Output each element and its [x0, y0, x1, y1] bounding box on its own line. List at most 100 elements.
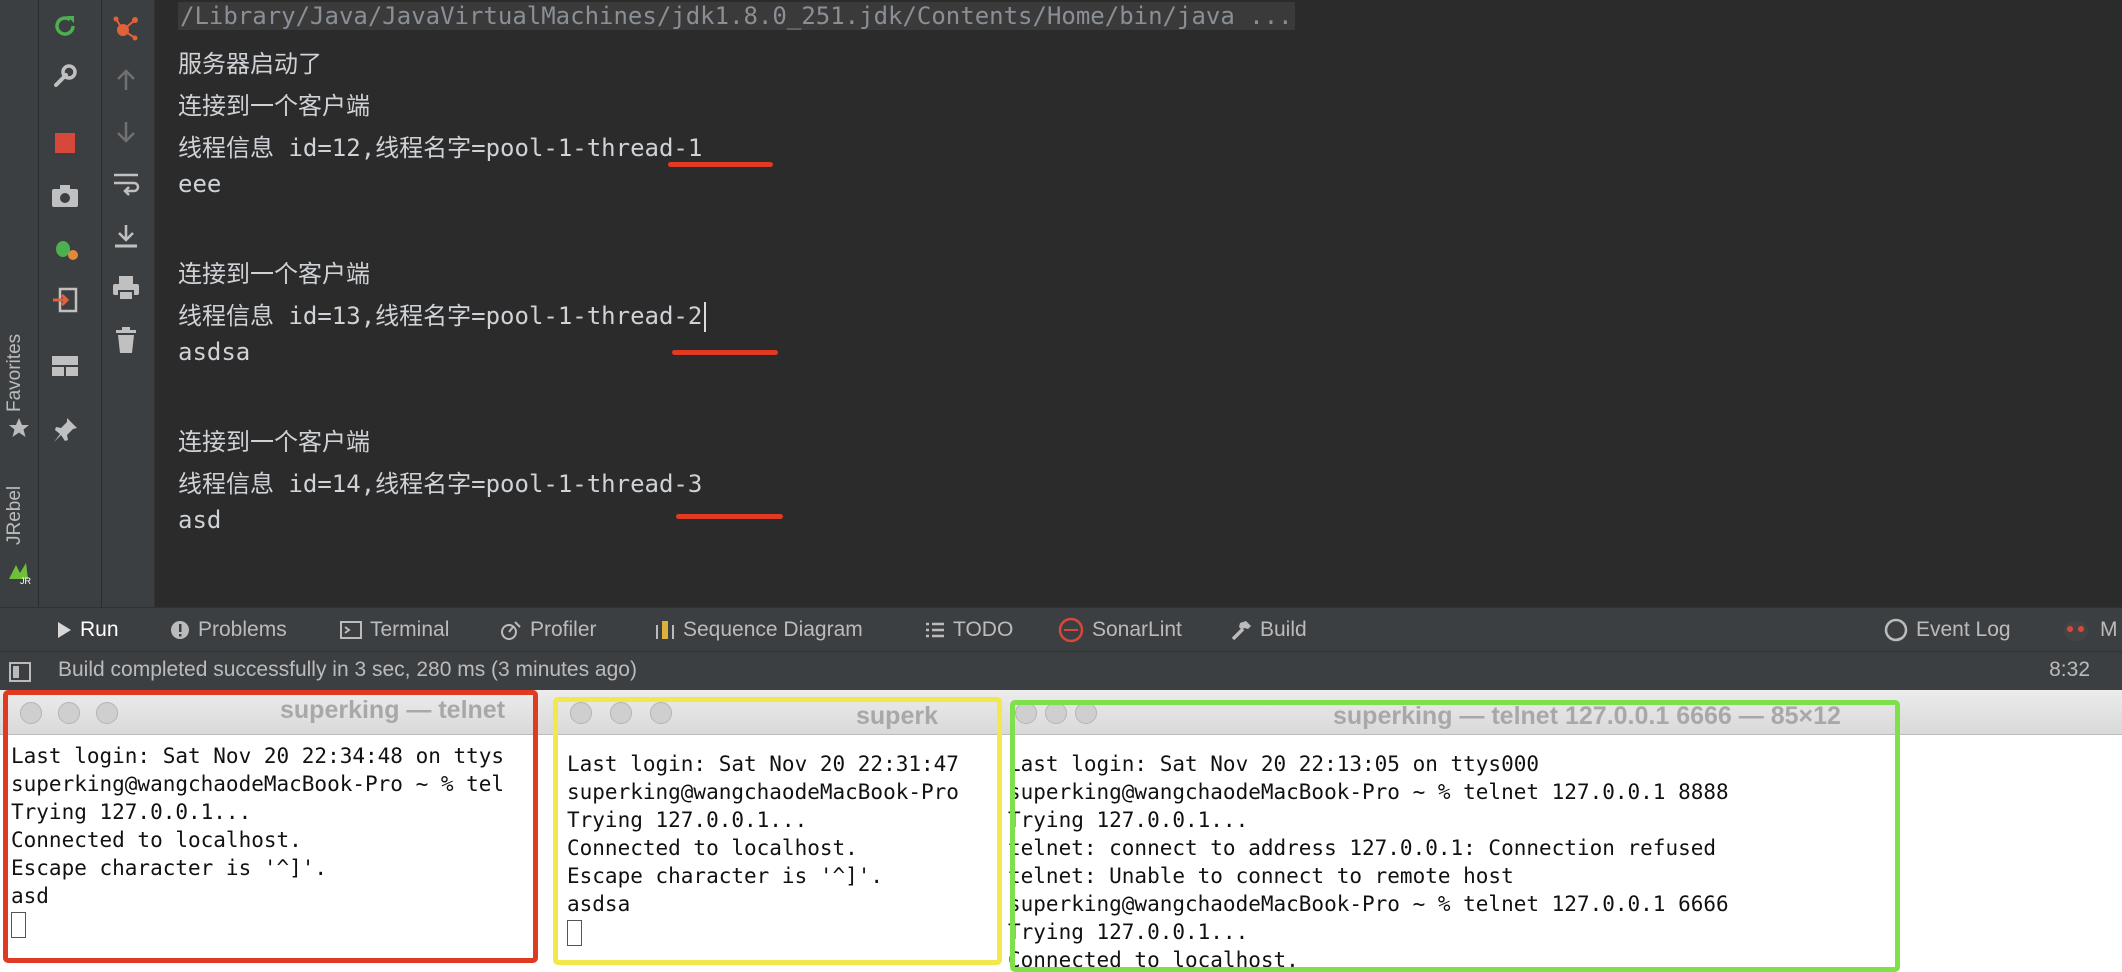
profiler-icon — [501, 621, 521, 640]
tab-m[interactable]: M — [2060, 608, 2118, 652]
camera-icon[interactable] — [47, 178, 83, 214]
jrebel-icon[interactable]: JR — [1, 554, 37, 590]
minimize-button[interactable] — [1045, 702, 1067, 724]
trash-icon[interactable] — [108, 322, 144, 358]
annotation-underline — [672, 350, 778, 355]
console-line: asd — [178, 506, 222, 534]
minimize-button[interactable] — [58, 702, 80, 724]
terminal-title: superking — telnet 127.0.0.1 6666 — 85×1… — [1333, 702, 1841, 730]
ide-window: Favorites JRebel JR /Library/Java/JavaVi… — [0, 0, 2122, 691]
hammer-icon — [1231, 621, 1251, 641]
console-line: 线程信息 id=12,线程名字=pool-1-thread-1 — [178, 134, 703, 162]
annotation-underline — [668, 162, 773, 167]
stop-icon[interactable] — [47, 125, 83, 161]
close-button[interactable] — [1015, 702, 1037, 724]
terminal-line: Connected to localhost. — [11, 828, 302, 852]
close-button[interactable] — [570, 702, 592, 724]
console-line: 连接到一个客户端 — [178, 428, 370, 456]
arrow-up-icon[interactable] — [108, 62, 144, 98]
zoom-button[interactable] — [1075, 702, 1097, 724]
arrow-down-icon[interactable] — [108, 114, 144, 150]
minimize-button[interactable] — [610, 702, 632, 724]
toggle-panels-icon[interactable] — [2, 654, 38, 690]
terminal-line: Trying 127.0.0.1... — [567, 808, 808, 832]
terminal-line: Trying 127.0.0.1... — [11, 800, 252, 824]
sequence-diagram-icon — [656, 621, 674, 639]
tab-event-log[interactable]: Event Log — [1884, 608, 2011, 652]
tab-sequence-diagram[interactable]: Sequence Diagram — [655, 608, 863, 652]
terminal-line: telnet: Unable to connect to remote host — [1008, 864, 1514, 888]
terminal-line: asdsa — [567, 892, 631, 916]
layout-icon[interactable] — [47, 348, 83, 384]
svg-text:JR: JR — [20, 576, 32, 585]
left-tool-strip: Favorites JRebel JR — [0, 0, 39, 607]
terminal-line: superking@wangchaodeMacBook-Pro ~ % tel — [11, 772, 505, 796]
event-log-icon — [1884, 618, 1908, 642]
problems-icon — [171, 621, 189, 639]
status-bar: Build completed successfully in 3 sec, 2… — [0, 651, 2122, 691]
login-icon[interactable] — [47, 282, 83, 318]
favorites-tab[interactable]: Favorites — [4, 334, 26, 412]
run-toolbar-primary — [39, 0, 101, 607]
console-line: 连接到一个客户端 — [178, 92, 370, 120]
sonarlint-icon — [1058, 617, 1084, 643]
terminal-window-3[interactable]: superking — telnet 127.0.0.1 6666 — 85×1… — [997, 690, 2122, 972]
text-caret — [704, 302, 707, 332]
terminal-line: Escape character is '^]'. — [11, 856, 328, 880]
pin-icon[interactable] — [47, 412, 83, 448]
zoom-button[interactable] — [96, 702, 118, 724]
terminal-line: superking@wangchaodeMacBook-Pro ~ % teln… — [1008, 780, 1729, 804]
terminal-window-2[interactable]: superk Last login: Sat Nov 20 22:31:47 s… — [556, 690, 997, 972]
console-line: asdsa — [178, 338, 251, 366]
tab-profiler[interactable]: Profiler — [500, 608, 597, 652]
terminal-line: Trying 127.0.0.1... — [1008, 808, 1249, 832]
scroll-to-end-icon[interactable] — [108, 218, 144, 254]
tab-problems[interactable]: Problems — [170, 608, 287, 652]
annotation-underline — [676, 514, 783, 519]
list-icon — [926, 622, 944, 638]
terminal-icon — [340, 621, 362, 639]
terminal-line: Escape character is '^]'. — [567, 864, 884, 888]
zoom-button[interactable] — [650, 702, 672, 724]
status-message: Build completed successfully in 3 sec, 2… — [58, 658, 637, 681]
terminal-cursor — [567, 920, 582, 946]
terminal-cursor-line — [567, 920, 582, 946]
terminal-title-bar: superking — telnet — [0, 690, 556, 735]
terminal-title: superking — telnet — [280, 696, 506, 724]
services-icon[interactable] — [108, 10, 144, 46]
tab-sonarlint[interactable]: SonarLint — [1058, 608, 1182, 652]
terminal-cursor-line — [11, 912, 26, 938]
close-button[interactable] — [20, 702, 42, 724]
console-line: 连接到一个客户端 — [178, 260, 370, 288]
tool-window-tabs: Run Problems Terminal Profiler Sequence … — [0, 607, 2122, 652]
console-line: eee — [178, 170, 222, 198]
tab-build[interactable]: Build — [1230, 608, 1307, 652]
wrench-icon[interactable] — [47, 58, 83, 94]
run-console[interactable]: /Library/Java/JavaVirtualMachines/jdk1.8… — [155, 0, 2122, 607]
status-time: 8:32 — [2049, 658, 2090, 681]
star-icon[interactable] — [1, 410, 37, 446]
terminal-line: Last login: Sat Nov 20 22:31:47 — [567, 752, 959, 776]
terminal-title: superk — [856, 702, 938, 730]
terminal-line: Last login: Sat Nov 20 22:13:05 on ttys0… — [1008, 752, 1540, 776]
jrebel-tab[interactable]: JRebel — [4, 486, 26, 545]
console-line: 线程信息 id=13,线程名字=pool-1-thread-2 — [178, 302, 703, 330]
terminal-area: superking — telnet Last login: Sat Nov 2… — [0, 690, 2122, 972]
debug-bug-icon[interactable] — [47, 230, 83, 266]
console-command-line: /Library/Java/JavaVirtualMachines/jdk1.8… — [178, 2, 1295, 30]
run-toolbar-secondary — [102, 0, 155, 607]
terminal-line: superking@wangchaodeMacBook-Pro — [567, 780, 959, 804]
terminal-line: Trying 127.0.0.1... — [1008, 920, 1249, 944]
console-line-with-caret: 线程信息 id=13,线程名字=pool-1-thread-2 — [178, 296, 707, 332]
tab-run[interactable]: Run — [56, 608, 119, 652]
terminal-cursor — [11, 912, 26, 938]
terminal-line: Last login: Sat Nov 20 22:34:48 on ttys — [11, 744, 505, 768]
soft-wrap-icon[interactable] — [108, 166, 144, 202]
rerun-icon[interactable] — [47, 8, 83, 44]
tab-todo[interactable]: TODO — [925, 608, 1013, 652]
terminal-window-1[interactable]: superking — telnet Last login: Sat Nov 2… — [0, 690, 556, 972]
terminal-line: superking@wangchaodeMacBook-Pro ~ % teln… — [1008, 892, 1729, 916]
print-icon[interactable] — [108, 270, 144, 306]
terminal-line: asd — [11, 884, 49, 908]
tab-terminal[interactable]: Terminal — [340, 608, 449, 652]
